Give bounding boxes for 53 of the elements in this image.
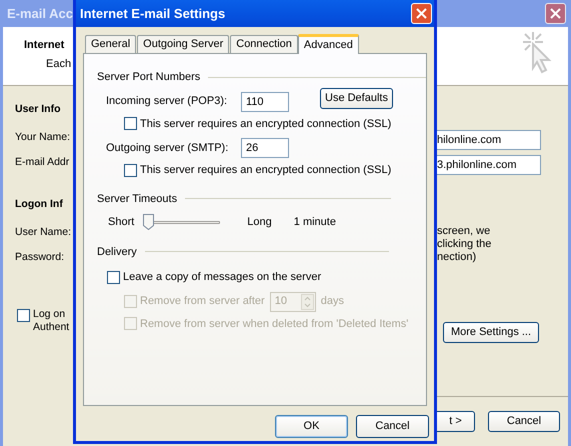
checkbox-label: This server requires an encrypted connection (SSL) — [140, 163, 392, 178]
close-icon — [550, 8, 561, 19]
port-field[interactable]: 26 — [241, 138, 289, 158]
slider-min-label: Short — [108, 215, 134, 230]
checkbox-label: Authent — [33, 321, 70, 334]
checkbox-label: This server requires an encrypted connection (SSL) — [140, 116, 392, 132]
next-button[interactable]: t > — [437, 411, 475, 432]
window-title: E-mail Acc — [7, 4, 73, 23]
field-label: E-mail Addr — [15, 155, 70, 169]
text-field[interactable]: hilonline.com — [437, 130, 541, 150]
section-heading: User Info — [15, 102, 62, 116]
tab[interactable]: Advanced — [298, 34, 359, 54]
field-label: User Name: — [15, 225, 72, 239]
checkbox-label: Log on — [33, 308, 66, 321]
group-heading: Delivery — [97, 244, 137, 260]
tab[interactable]: General — [85, 35, 136, 53]
checkbox[interactable] — [124, 164, 137, 177]
checkbox-label: Remove from server when deleted from 'Deleted Items' — [140, 316, 408, 332]
field-label: Your Name: — [15, 130, 72, 144]
dialog-title: Internet E-mail Settings — [80, 4, 226, 23]
note-text: screen, we — [437, 225, 492, 238]
close-icon — [416, 8, 427, 19]
header-subtitle: Each — [46, 56, 72, 72]
slider-max-label: Long — [247, 215, 272, 230]
note-text: clicking the — [437, 238, 492, 251]
group-heading: Server Port Numbers — [97, 70, 200, 85]
text-field[interactable]: 3.philonline.com — [437, 155, 541, 175]
more-settings-button[interactable]: More Settings ... — [443, 322, 539, 343]
close-button[interactable] — [545, 3, 566, 24]
checkbox-label: Leave a copy of messages on the server — [123, 270, 322, 285]
section-heading: Logon Inf — [15, 197, 64, 211]
note-text: nection) — [437, 251, 478, 264]
group-heading: Server Timeouts — [97, 192, 178, 206]
ok-button[interactable]: OK — [275, 415, 348, 438]
tab[interactable]: Connection — [230, 35, 298, 53]
checkbox-label: Remove from server after — [140, 294, 265, 310]
header-title: Internet — [24, 38, 64, 53]
spinner-arrows-icon — [300, 294, 314, 310]
checkbox[interactable] — [17, 309, 30, 322]
cancel-button[interactable]: Cancel — [356, 415, 429, 438]
field-label: Password: — [15, 250, 66, 264]
checkbox[interactable] — [124, 117, 137, 130]
checkbox[interactable] — [107, 270, 120, 284]
tab[interactable]: Outgoing Server — [137, 35, 230, 53]
field-label: Outgoing server (SMTP): — [106, 140, 230, 156]
port-field[interactable]: 110 — [241, 92, 289, 112]
slider-track[interactable] — [144, 214, 220, 230]
timeout-value: 1 minute — [294, 215, 336, 230]
slider-thumb[interactable] — [143, 214, 154, 230]
use-defaults-button[interactable]: Use Defaults — [320, 88, 393, 109]
field-label: Incoming server (POP3): — [106, 94, 228, 110]
cancel-button[interactable]: Cancel — [488, 411, 560, 432]
days-label: days — [320, 294, 344, 310]
